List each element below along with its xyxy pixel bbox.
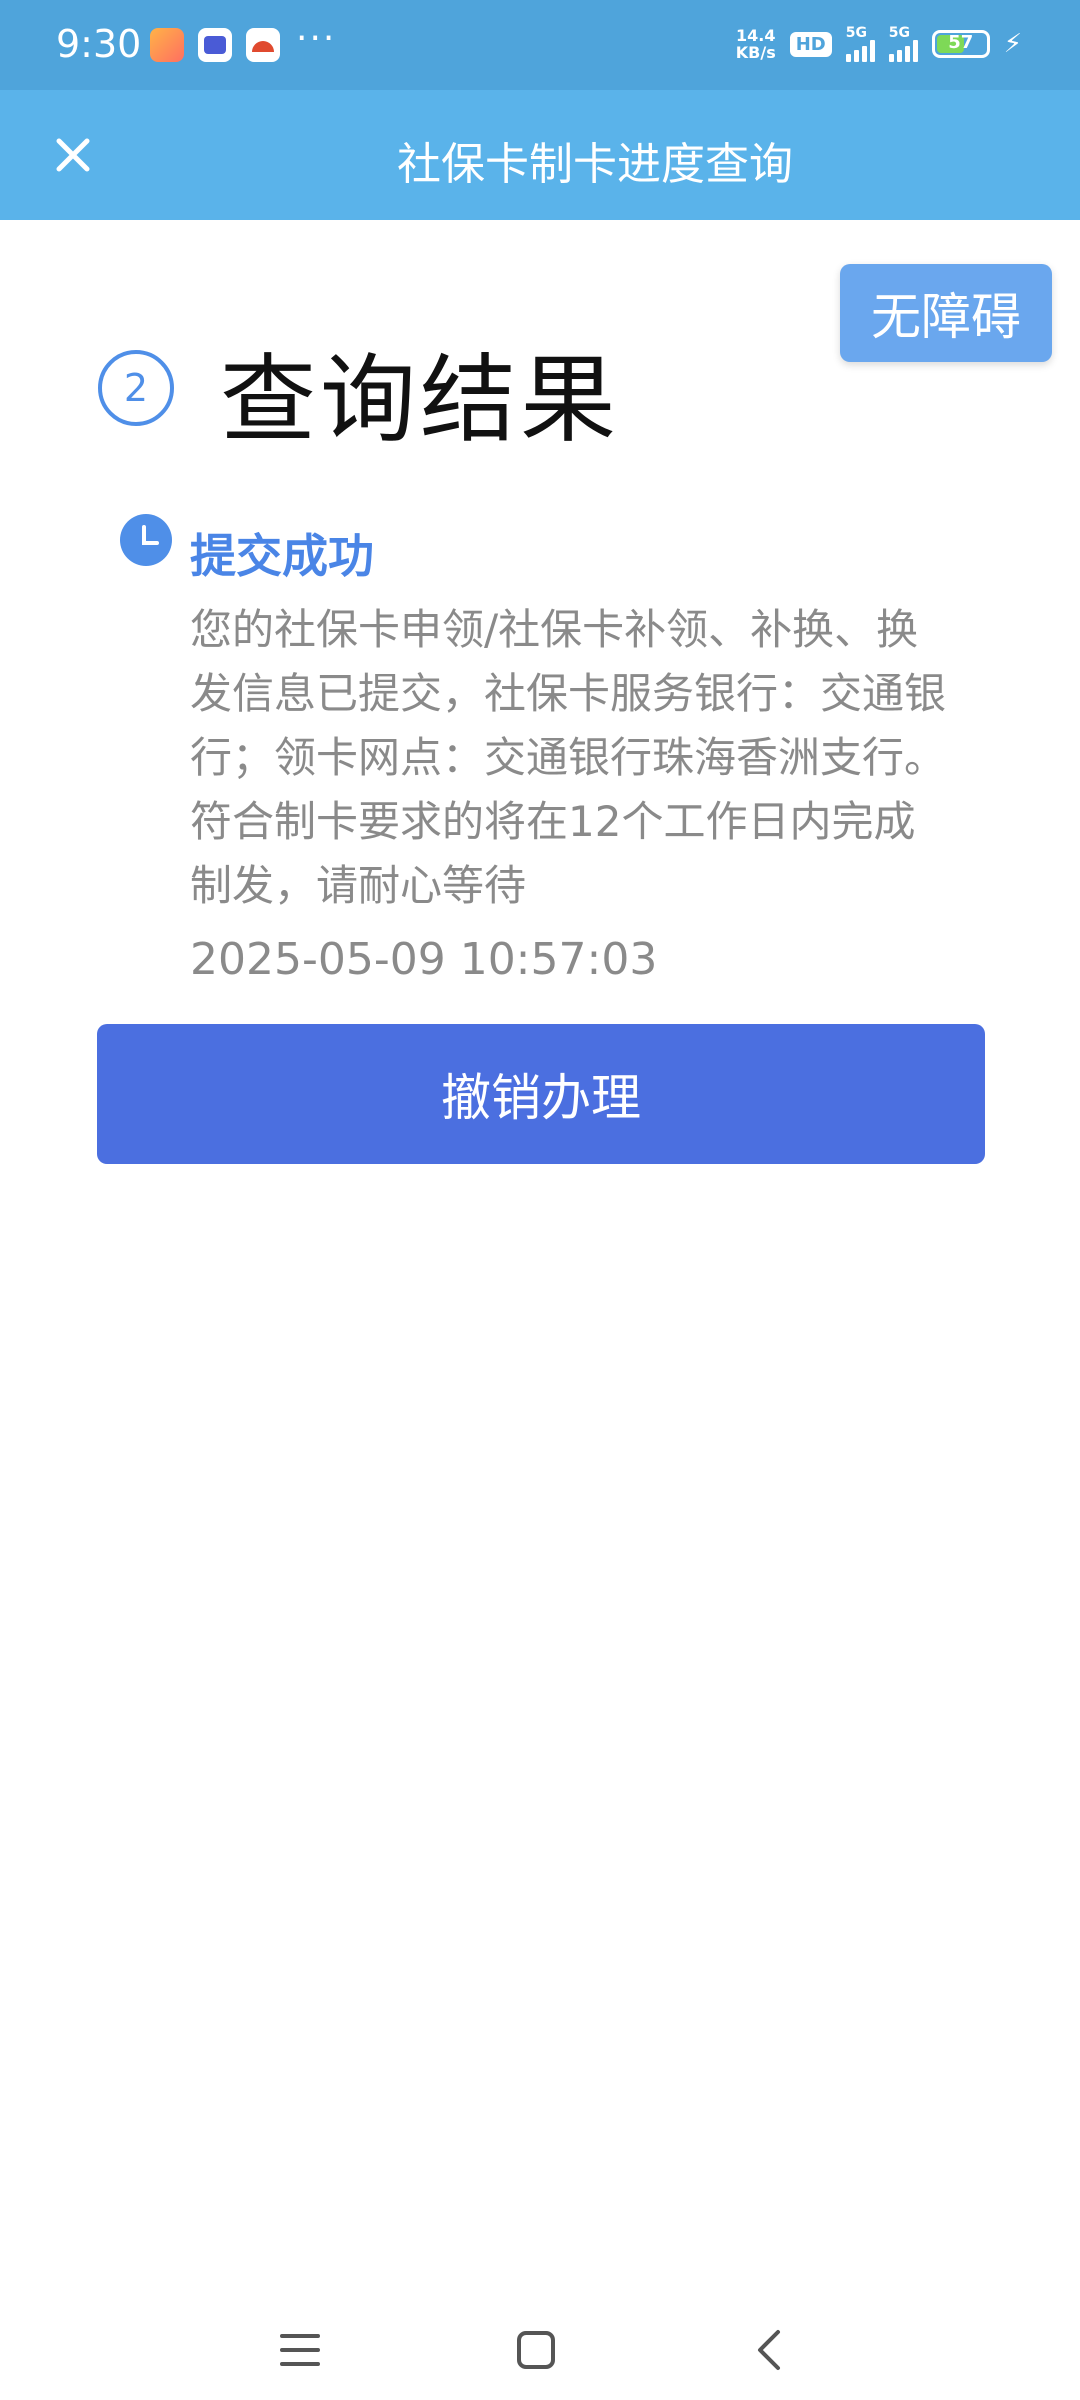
back-icon — [758, 2330, 780, 2370]
step-number-badge: 2 — [98, 350, 174, 426]
hd-icon: HD — [789, 31, 832, 57]
status-time: 9:30 — [56, 22, 142, 66]
status-title: 提交成功 — [190, 529, 374, 583]
back-button[interactable] — [730, 2310, 810, 2390]
status-timestamp: 2025-05-09 10:57:03 — [190, 934, 658, 985]
app-icon-tieba — [198, 28, 232, 62]
status-bar: 9:30 ··· 14.4 KB/s HD 5G 5G 57 ⚡ — [0, 0, 1080, 90]
page-title: 社保卡制卡进度查询 — [397, 139, 793, 190]
navigation-bar — [0, 2290, 1080, 2400]
signal-label-1: 5G — [845, 25, 867, 41]
menu-button[interactable] — [260, 2310, 340, 2390]
app-icon-orange — [246, 28, 280, 62]
battery-icon: 57 — [931, 30, 990, 58]
app-icon-game — [150, 28, 184, 62]
speed-unit: KB/s — [735, 43, 776, 62]
home-button[interactable] — [496, 2310, 576, 2390]
status-indicators: 14.4 KB/s HD 5G 5G 57 ⚡ — [736, 26, 1022, 62]
accessibility-button[interactable]: 无障碍 — [840, 264, 1052, 362]
more-notifications: ··· — [296, 18, 337, 59]
signal-icon: 5G — [845, 25, 875, 62]
signal-label-2: 5G — [888, 25, 910, 41]
app-header: 社保卡制卡进度查询 — [0, 90, 1080, 220]
clock-icon — [120, 514, 172, 566]
step-title: 查询结果 — [220, 344, 620, 456]
status-description: 您的社保卡申领/社保卡补领、补换、换发信息已提交，社保卡服务银行：交通银行；领卡… — [190, 605, 947, 910]
menu-icon — [280, 2334, 320, 2366]
signal-icon: 5G — [888, 25, 918, 62]
battery-level: 57 — [948, 32, 974, 53]
revoke-button[interactable]: 撤销办理 — [97, 1024, 985, 1164]
speed-value: 14.4 — [735, 26, 776, 45]
network-speed: 14.4 KB/s — [736, 27, 776, 61]
charging-icon: ⚡ — [1003, 29, 1022, 59]
home-icon — [517, 2331, 555, 2369]
